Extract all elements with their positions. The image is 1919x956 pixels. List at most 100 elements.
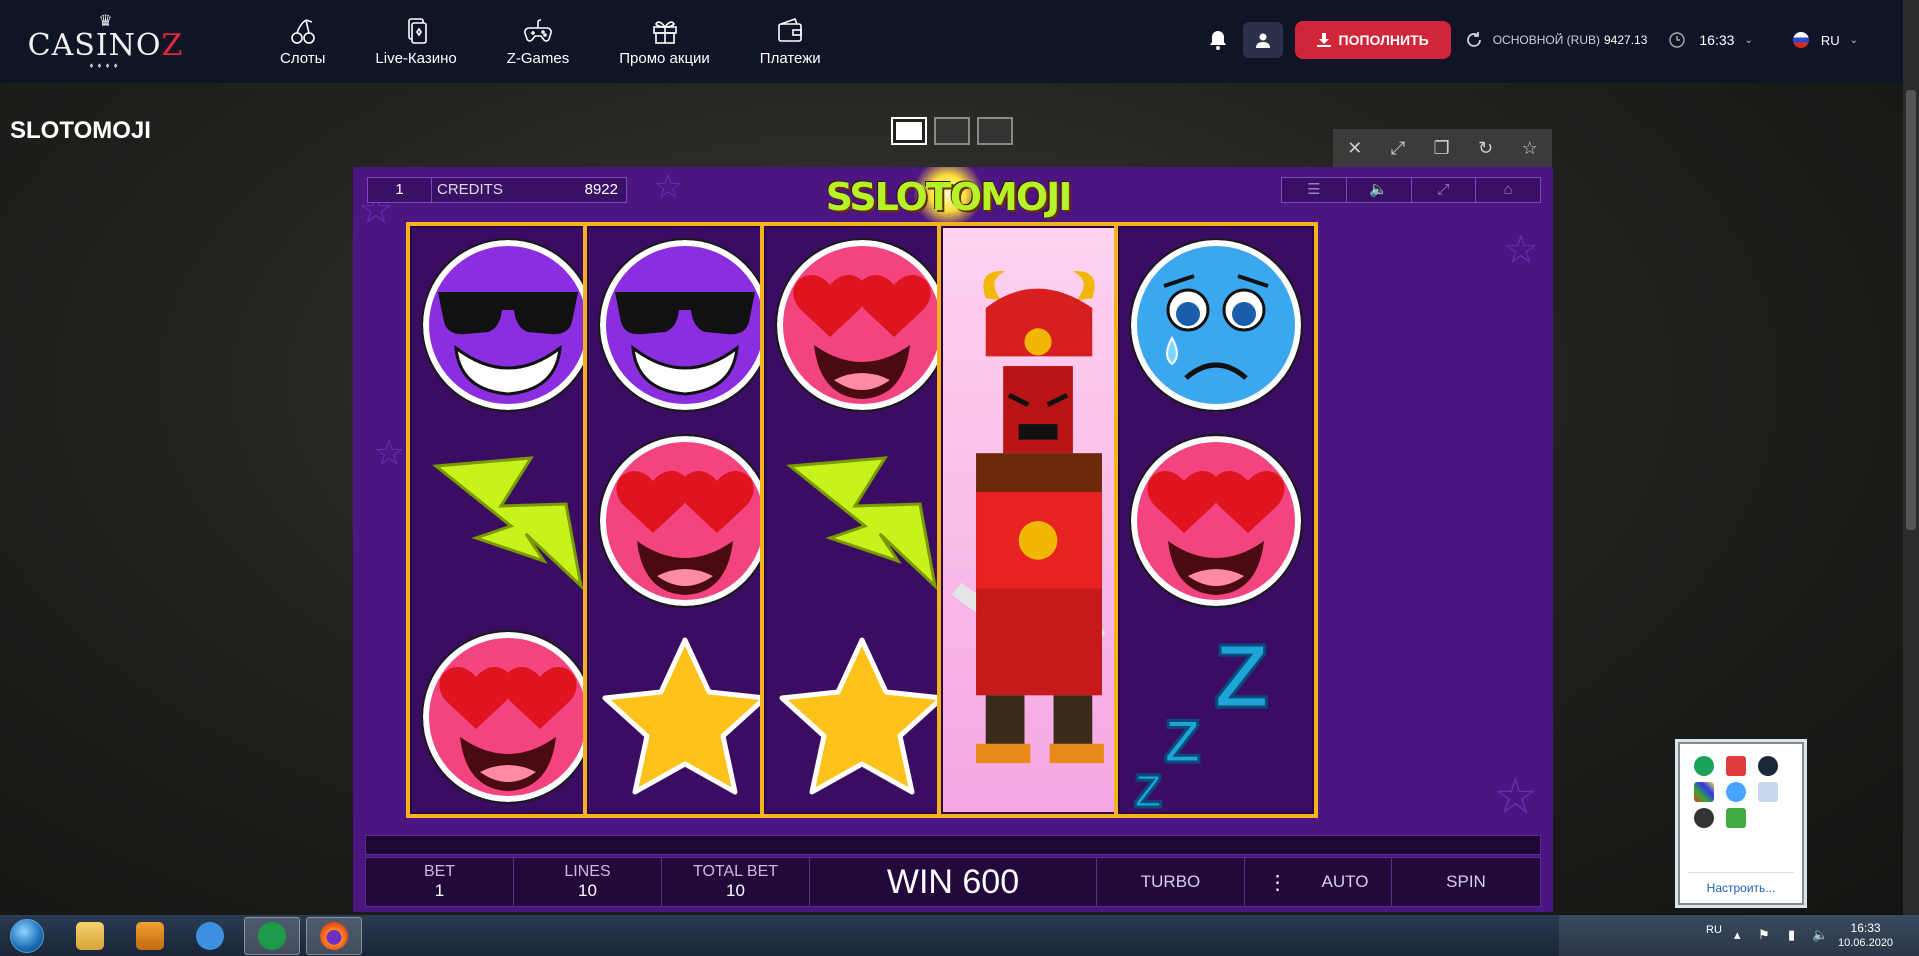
clock-time: 16:33 [1699, 32, 1735, 48]
lines-label: LINES [564, 863, 611, 880]
bet-label: BET [423, 863, 456, 880]
nav-payments[interactable]: Платежи [760, 0, 821, 83]
more-options-icon[interactable]: ⋮ [1268, 870, 1288, 895]
windows-taskbar: RU ▴ ⚑ ▮ 🔈 16:33 10.06.2020 [0, 915, 1919, 956]
media-player-icon [136, 922, 164, 950]
taskbar-internet-explorer[interactable] [182, 917, 238, 955]
top-navigation-bar: ♛ CASINOZ ♦♦♦♦ Слоты Live-Казино Z-Games… [0, 0, 1903, 83]
layout-single-button[interactable] [891, 117, 927, 145]
page-title: SLOTOMOJI [10, 117, 151, 144]
popout-icon[interactable]: ❐ [1434, 138, 1450, 159]
logo-text: CASINO [27, 27, 162, 63]
favorite-star-icon[interactable]: ☆ [1522, 138, 1538, 159]
network-icon[interactable]: ▮ [1788, 927, 1804, 943]
reload-icon[interactable]: ↻ [1478, 138, 1493, 159]
safe-remove-icon[interactable] [1726, 808, 1746, 828]
internet-explorer-icon [196, 922, 224, 950]
bg-star-icon: ☆ [1503, 228, 1539, 272]
customize-link[interactable]: Настроить... [1680, 881, 1802, 895]
refresh-icon[interactable] [1465, 31, 1483, 49]
cards-icon [408, 18, 427, 44]
russia-flag-icon [1792, 32, 1809, 48]
layout-double-button[interactable] [934, 117, 970, 145]
love-emoji-symbol [775, 238, 949, 412]
bet-cell[interactable]: BET 1 [366, 858, 514, 906]
love-emoji-symbol [598, 434, 772, 608]
taskbar-media-player[interactable] [122, 917, 178, 955]
spin-button[interactable]: SPIN [1392, 858, 1540, 906]
steam-icon[interactable] [1758, 756, 1778, 776]
win-display: WIN 600 [810, 858, 1097, 906]
logo-letter: Z [161, 27, 184, 63]
slot-game-frame[interactable]: ☆ ☆ ☆ ☆ ☆ 1 CREDITS 8922 SSLOTOMOJI ☰ 🔈 … [353, 167, 1553, 912]
windows-orb-icon [10, 919, 44, 953]
line-number: 1 [368, 178, 432, 202]
folder-icon [76, 922, 104, 950]
user-profile-button[interactable] [1242, 22, 1283, 58]
taskbar-explorer[interactable] [62, 917, 118, 955]
fullscreen-icon[interactable]: ⤢ [1412, 178, 1477, 202]
turbo-button[interactable]: TURBO [1097, 858, 1245, 906]
cube-app-icon[interactable] [1694, 782, 1714, 802]
bg-star-icon: ☆ [373, 432, 406, 473]
gift-icon [652, 21, 677, 44]
auto-button[interactable]: ⋮ AUTO [1245, 858, 1392, 906]
show-hidden-icons-icon[interactable]: ▴ [1734, 927, 1750, 943]
taskbar-time: 16:33 [1850, 921, 1881, 935]
cursor-app-icon[interactable] [1726, 782, 1746, 802]
zzz-symbol: Z Z Z [1133, 626, 1271, 813]
vpn-app-icon[interactable] [1694, 808, 1714, 828]
cherry-icon [290, 19, 315, 44]
bg-star-icon: ☆ [653, 168, 684, 206]
language-selector[interactable]: RU ⌄ [1792, 32, 1858, 48]
love-emoji-symbol [421, 630, 595, 804]
nav-live-casino[interactable]: Live-Казино [375, 0, 457, 83]
page-scrollbar[interactable] [1903, 0, 1919, 915]
pen-app-icon[interactable] [1758, 782, 1778, 802]
firefox-icon [320, 922, 348, 950]
layout-quad-button[interactable] [977, 117, 1013, 145]
deposit-button[interactable]: ПОПОЛНИТЬ [1294, 21, 1451, 59]
star-symbol [602, 637, 768, 795]
cool-emoji-symbol [421, 238, 595, 412]
crown-icon: ♛ [98, 12, 113, 30]
scrollbar-thumb[interactable] [1906, 90, 1916, 530]
time-dropdown[interactable]: 16:33 ⌄ [1669, 32, 1753, 48]
credits-value: 8922 [584, 181, 618, 198]
reel-4 [937, 222, 1141, 818]
nav-slots[interactable]: Слоты [280, 0, 325, 83]
network-signal-icon[interactable] [1694, 756, 1714, 776]
download-icon [1316, 33, 1331, 47]
nav-promo[interactable]: Промо акции [619, 0, 710, 83]
reel-3 [760, 222, 964, 818]
lightning-symbol [786, 456, 938, 591]
red-app-icon[interactable] [1726, 756, 1746, 776]
lines-cell[interactable]: LINES 10 [514, 858, 662, 906]
menu-icon[interactable]: ☰ [1282, 178, 1347, 202]
clock-icon [1669, 32, 1686, 48]
balance-display[interactable]: ОСНОВНОЙ (RUB) 9427.13 [1465, 31, 1647, 49]
sound-icon[interactable]: 🔈 [1347, 178, 1412, 202]
love-emoji-symbol [1129, 434, 1303, 608]
taskbar-clock[interactable]: 16:33 10.06.2020 [1838, 921, 1893, 951]
start-button[interactable] [4, 917, 50, 955]
fullscreen-icon[interactable]: ⤢ [1391, 138, 1405, 159]
game-controls: ☰ 🔈 ⤢ ⌂ [1281, 177, 1541, 203]
bell-icon[interactable] [1207, 29, 1229, 51]
star-symbol [779, 637, 945, 795]
nav-z-games[interactable]: Z-Games [507, 0, 569, 83]
action-center-flag-icon[interactable]: ⚑ [1758, 927, 1774, 943]
volume-icon[interactable]: 🔈 [1812, 927, 1828, 943]
home-icon[interactable]: ⌂ [1476, 178, 1540, 202]
svg-text:Z: Z [1134, 765, 1162, 812]
keyboard-language[interactable]: RU [1706, 924, 1722, 936]
green-app-icon [258, 922, 286, 950]
close-icon[interactable]: ✕ [1347, 138, 1362, 159]
chevron-down-icon: ⌄ [1744, 34, 1753, 46]
svg-text:Z: Z [1214, 627, 1269, 727]
casino-z-logo[interactable]: ♛ CASINOZ ♦♦♦♦ [28, 12, 183, 70]
user-icon [1255, 33, 1270, 48]
taskbar-date: 10.06.2020 [1838, 937, 1894, 949]
taskbar-green-app[interactable] [244, 917, 300, 955]
taskbar-firefox[interactable] [306, 917, 362, 955]
